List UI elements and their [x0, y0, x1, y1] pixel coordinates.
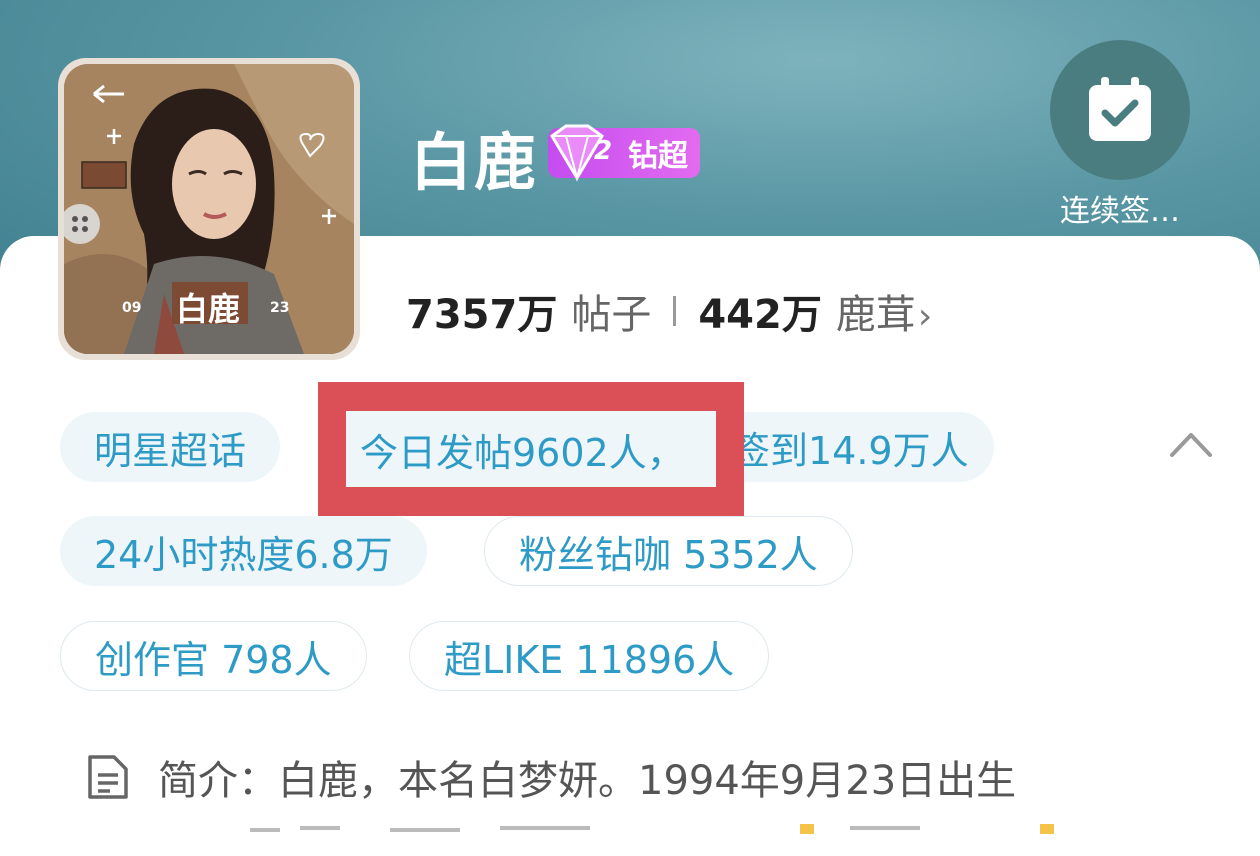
tag-creators[interactable]: 创作官 798人	[60, 621, 367, 691]
posts-count: 7357万	[406, 292, 558, 338]
topic-intro[interactable]: 简介：白鹿，本名白梦妍。1994年9月23日出生	[86, 748, 1016, 806]
avatar[interactable]: 白鹿 09 23	[58, 58, 360, 360]
stats-divider	[673, 296, 677, 326]
level-badge[interactable]: 2 钻超	[548, 124, 700, 182]
posts-label: 帖子	[571, 292, 652, 338]
tag-fans-diamond[interactable]: 粉丝钻咖 5352人	[484, 516, 853, 586]
topic-title: 白鹿	[410, 126, 539, 199]
badge-level-number: 2	[594, 136, 613, 166]
tag-star-topic[interactable]: 明星超话	[60, 412, 281, 482]
tag-heat[interactable]: 24小时热度6.8万	[60, 516, 427, 586]
fans-label: 鹿茸	[835, 292, 916, 338]
chevron-right-icon: ›	[917, 296, 933, 337]
chevron-up-icon[interactable]	[1166, 425, 1216, 465]
intro-next-line-fragment	[250, 824, 1054, 834]
highlighted-tag-text[interactable]: 今日发帖9602人，	[346, 411, 716, 487]
badge-label: 钻超	[628, 139, 688, 174]
avatar-date-left: 09	[122, 300, 142, 316]
topic-stats[interactable]: 7357万 帖子 442万 鹿茸 ›	[406, 282, 932, 340]
avatar-image: 白鹿 09 23	[64, 64, 354, 354]
avatar-name-text: 白鹿	[176, 290, 241, 328]
tag-today-tail: 签到14.9万人	[732, 428, 969, 473]
avatar-date-right: 23	[270, 300, 290, 316]
checkin-label[interactable]: 连续签…	[1040, 186, 1200, 230]
intro-text: 简介：白鹿，本名白梦妍。1994年9月23日出生	[158, 758, 1017, 804]
tag-superlike[interactable]: 超LIKE 11896人	[409, 621, 770, 691]
calendar-check-icon	[1089, 77, 1151, 141]
checkin-button[interactable]	[1050, 40, 1190, 180]
fans-count: 442万	[698, 292, 822, 338]
document-icon	[88, 755, 128, 799]
